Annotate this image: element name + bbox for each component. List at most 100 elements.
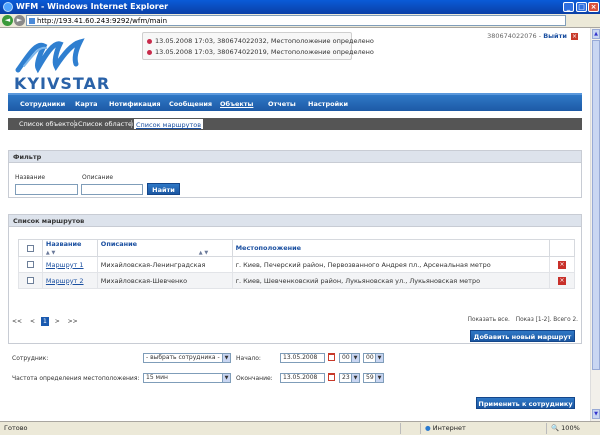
select-all-header [18, 239, 43, 257]
chevron-down-icon[interactable]: ▼ [222, 354, 230, 362]
nav-item-reports[interactable]: Отчеты [268, 97, 296, 111]
logout-link[interactable]: Выйти [543, 32, 567, 40]
sort-icon[interactable]: ▲ ▼ [46, 250, 55, 256]
filter-panel: Фильтр Название Описание Найти [8, 150, 582, 198]
end-label: Окончание: [236, 375, 273, 382]
nav-item-messages[interactable]: Сообщения [169, 97, 212, 111]
show-all-link[interactable]: Показать все. [468, 317, 510, 323]
table-row: Маршрут 2 Михайловская-Шевченко г. Киев,… [18, 272, 575, 289]
zone-indicator: ● Интернет [420, 423, 530, 434]
zoom-indicator[interactable]: 🔍 100% [546, 423, 600, 434]
row-checkbox[interactable] [26, 261, 34, 268]
close-window-button[interactable]: × [588, 2, 599, 12]
description-label: Описание [82, 174, 114, 181]
route-name-link[interactable]: Маршрут 1 [46, 261, 84, 269]
vertical-scrollbar[interactable]: ▲ ▼ [590, 28, 600, 421]
end-minute-select[interactable]: 59 ▼ [363, 373, 384, 383]
find-button[interactable]: Найти [147, 183, 180, 195]
calendar-icon[interactable] [328, 373, 335, 381]
subnav-routes[interactable]: Список маршрутов [133, 118, 205, 130]
kyivstar-logo: KYIVSTAR [14, 36, 109, 93]
nav-item-settings[interactable]: Настройки [308, 97, 348, 111]
chevron-down-icon[interactable]: ▼ [375, 354, 383, 362]
pager-first[interactable]: << [10, 317, 24, 326]
select-all-checkbox[interactable] [26, 244, 34, 252]
end-date-input[interactable]: 13.05.2008 [280, 373, 325, 383]
name-label: Название [15, 174, 46, 181]
route-description: Михайловская-Ленинградская [96, 256, 233, 273]
globe-icon: ● [425, 424, 431, 432]
logo-text: KYIVSTAR [14, 74, 111, 93]
start-hour-select[interactable]: 00 ▼ [339, 353, 360, 363]
start-label: Начало: [236, 355, 261, 362]
status-bar: Готово ● Интернет 🔍 100% [0, 421, 600, 435]
chevron-down-icon[interactable]: ▼ [375, 374, 383, 382]
subnav-areas[interactable]: Список областей [78, 118, 136, 130]
name-filter-input[interactable] [15, 184, 78, 195]
column-location: Местоположение [231, 239, 551, 257]
column-name[interactable]: Название ▲ ▼ [41, 239, 98, 257]
add-route-button[interactable]: Добавить новый маршрут [470, 330, 575, 342]
alert-icon [147, 38, 152, 44]
page-content: KYIVSTAR 13.05.2008 17:03, 380674022032,… [0, 28, 590, 421]
user-phone: 380674022076 [487, 32, 537, 40]
employee-select[interactable]: - выбрать сотрудника - ▼ [143, 353, 231, 363]
scroll-up-icon[interactable]: ▲ [592, 29, 600, 39]
end-hour-select[interactable]: 23 ▼ [339, 373, 360, 383]
alert-icon [147, 49, 152, 55]
pager-next[interactable]: > [53, 317, 62, 326]
scroll-down-icon[interactable]: ▼ [592, 409, 600, 419]
delete-cell: × [549, 256, 575, 273]
routes-panel: Список маршрутов Название ▲ ▼ Описание ▲ ▼… [8, 214, 582, 344]
nav-item-notification[interactable]: Нотификация [109, 97, 161, 111]
chevron-down-icon[interactable]: ▼ [351, 374, 359, 382]
notification-item[interactable]: 13.05.2008 17:03, 380674022019, Местопол… [147, 47, 374, 58]
url-input[interactable]: http://193.41.60.243:9292/wfm/main [26, 15, 566, 26]
start-minute-select[interactable]: 00 ▼ [363, 353, 384, 363]
delete-cell: × [549, 272, 575, 289]
delete-icon[interactable]: × [558, 277, 567, 285]
column-description[interactable]: Описание ▲ ▼ [96, 239, 233, 257]
column-actions [549, 239, 575, 257]
description-filter-input[interactable] [81, 184, 143, 195]
main-nav: Сотрудники Карта Нотификация Сообщения О… [8, 93, 582, 111]
row-checkbox[interactable] [26, 277, 34, 284]
sort-icon[interactable]: ▲ ▼ [199, 250, 208, 256]
minimize-button[interactable]: _ [563, 2, 574, 12]
nav-item-employees[interactable]: Сотрудники [20, 97, 65, 111]
table-row: Маршрут 1 Михайловская-Ленинградская г. … [18, 256, 575, 273]
forward-icon[interactable]: ► [14, 15, 25, 26]
frequency-label: Частота определения местоположения: [12, 375, 140, 382]
subnav-objects[interactable]: Список объектов [19, 118, 78, 130]
nav-item-map[interactable]: Карта [75, 97, 98, 111]
calendar-icon[interactable] [328, 353, 335, 361]
window-title: WFM - Windows Internet Explorer [16, 2, 169, 11]
status-segment [400, 423, 420, 434]
table-header-row: Название ▲ ▼ Описание ▲ ▼ Местоположение [18, 239, 575, 257]
row-checkbox-cell [18, 272, 43, 289]
apply-to-employee-button[interactable]: Применить к сотруднику [476, 397, 575, 409]
routes-table: Название ▲ ▼ Описание ▲ ▼ Местоположение М… [18, 239, 575, 289]
user-info: 380674022076 - Выйти × [487, 32, 578, 40]
pager-prev[interactable]: < [28, 317, 37, 326]
logout-icon[interactable]: × [571, 32, 578, 40]
employee-label: Сотрудник: [12, 355, 49, 362]
notification-item[interactable]: 13.05.2008 17:03, 380674022032, Местопол… [147, 36, 374, 47]
notification-box: 13.05.2008 17:03, 380674022032, Местопол… [142, 32, 374, 60]
pager-info: Показать все. Показ [1-2]. Всего 2. [468, 317, 578, 323]
frequency-select[interactable]: 15 мин ▼ [143, 373, 231, 383]
back-icon[interactable]: ◄ [2, 15, 13, 26]
pager-current-page[interactable]: 1 [40, 317, 49, 326]
maximize-button[interactable]: □ [576, 2, 587, 12]
delete-icon[interactable]: × [558, 261, 567, 269]
start-date-input[interactable]: 13.05.2008 [280, 353, 325, 363]
chevron-down-icon[interactable]: ▼ [222, 374, 230, 382]
nav-item-objects[interactable]: Объекты [220, 97, 253, 111]
route-name-link[interactable]: Маршрут 2 [46, 277, 84, 285]
divider [131, 120, 132, 128]
pager-last[interactable]: >> [66, 317, 80, 326]
page-icon [29, 18, 35, 24]
scroll-thumb[interactable] [592, 40, 600, 370]
window-titlebar: WFM - Windows Internet Explorer _ □ × [0, 0, 600, 14]
chevron-down-icon[interactable]: ▼ [351, 354, 359, 362]
